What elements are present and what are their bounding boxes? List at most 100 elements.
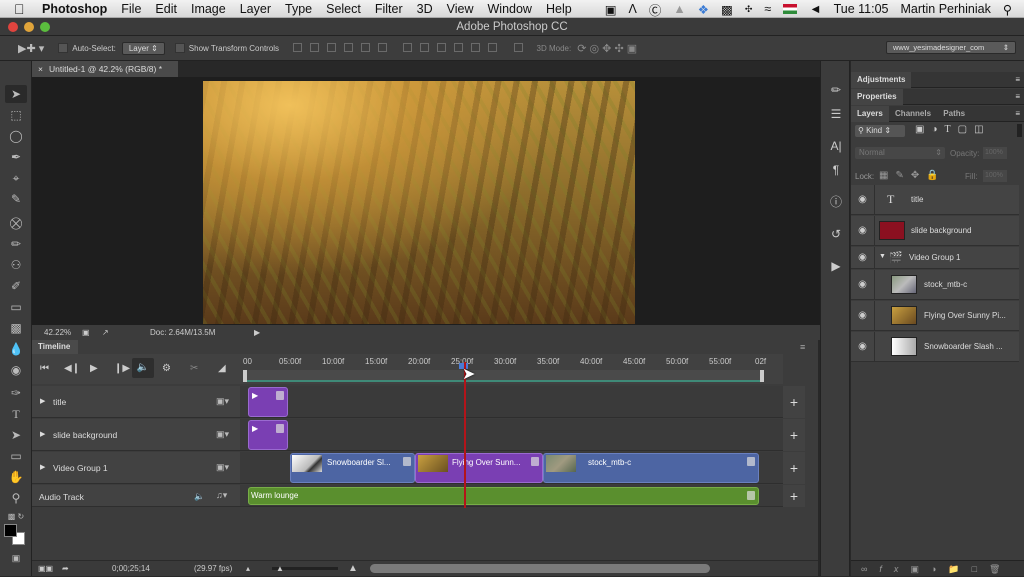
add-media-title-button[interactable]: +: [783, 386, 805, 418]
timeline-panel-menu-icon[interactable]: ≡: [800, 342, 805, 352]
track-header-video-group[interactable]: ▶ Video Group 1 ▣▾: [32, 452, 240, 484]
brush-presets-icon[interactable]: ✏: [827, 81, 845, 99]
add-media-video-group-button[interactable]: +: [783, 452, 805, 484]
3d-pan-icon[interactable]: ✥: [602, 43, 611, 55]
visibility-eye-icon[interactable]: ◉: [851, 301, 875, 330]
layer-row-snowboarder[interactable]: ◉ Snowboarder Slash ...: [851, 332, 1019, 362]
auto-select-checkbox[interactable]: [58, 43, 72, 53]
flag-hungary-icon[interactable]: [783, 4, 798, 14]
path-selection-tool-icon[interactable]: ➤: [5, 426, 27, 444]
menu-window[interactable]: Window: [488, 2, 532, 16]
distribute-right-icon[interactable]: [488, 42, 498, 52]
track-lane-slide-background[interactable]: ▶: [240, 419, 783, 451]
visibility-eye-icon[interactable]: ◉: [851, 332, 875, 361]
transition-icon[interactable]: ◢: [218, 363, 226, 374]
pen-tool-icon[interactable]: ✑: [5, 384, 27, 402]
clip-menu-icon[interactable]: [747, 457, 755, 466]
brush-tool-icon[interactable]: ✏: [5, 235, 27, 253]
tab-paths[interactable]: Paths: [943, 109, 965, 118]
layer-row-video-group[interactable]: ◉ ▼ 🎬 Video Group 1: [851, 247, 1019, 269]
visibility-eye-icon[interactable]: ◉: [851, 216, 875, 245]
group-collapse-icon[interactable]: ▼: [879, 253, 886, 260]
previous-frame-icon[interactable]: ◀❙: [64, 363, 80, 374]
blur-tool-icon[interactable]: 💧: [5, 340, 27, 358]
video-preview-icon[interactable]: ▣: [82, 325, 90, 340]
clip-snowboarder[interactable]: Snowboarder Sl...: [290, 453, 415, 483]
zoom-tool-icon[interactable]: ⚲: [5, 489, 27, 507]
rectangle-tool-icon[interactable]: ▭: [5, 447, 27, 465]
play-icon[interactable]: ▶: [90, 363, 98, 374]
add-audio-button[interactable]: +: [783, 485, 805, 507]
info-panel-icon[interactable]: ⓘ: [827, 193, 845, 211]
close-document-icon[interactable]: ×: [38, 64, 43, 74]
align-left-icon[interactable]: [344, 42, 354, 52]
align-right-icon[interactable]: [378, 42, 388, 52]
current-time[interactable]: 0;00;25;14: [112, 561, 150, 577]
status-menu-arrow-icon[interactable]: ▶: [254, 325, 260, 340]
menu-select[interactable]: Select: [326, 2, 361, 16]
distribute-top-icon[interactable]: [403, 42, 413, 52]
minimize-window-button[interactable]: [24, 22, 34, 32]
clip-audio-warm-lounge[interactable]: Warm lounge: [248, 487, 759, 505]
link-layers-icon[interactable]: ∞: [861, 564, 879, 574]
expand-track-icon[interactable]: ▶: [40, 430, 45, 438]
history-panel-icon[interactable]: ↺: [827, 225, 845, 243]
new-group-folder-icon[interactable]: 📁: [948, 564, 971, 574]
menu-file[interactable]: File: [121, 2, 141, 16]
menu-edit[interactable]: Edit: [155, 2, 177, 16]
blend-mode-dropdown[interactable]: Normal ⇕: [855, 147, 945, 159]
tab-layers[interactable]: Layers: [851, 106, 889, 122]
marquee-tool-icon[interactable]: ⬚: [5, 106, 27, 124]
new-adjustment-layer-icon[interactable]: ◑: [931, 564, 948, 574]
next-frame-icon[interactable]: ❙▶: [114, 363, 130, 374]
layer-row-stock-mtb[interactable]: ◉ stock_mtb-c: [851, 270, 1019, 300]
menu-user[interactable]: Martin Perhiniak: [901, 2, 991, 16]
move-tool-preset-icon[interactable]: ▶✚ ▾: [18, 42, 44, 55]
work-area-end-handle[interactable]: [760, 370, 764, 382]
clip-menu-icon[interactable]: [276, 391, 284, 400]
lock-image-icon[interactable]: ✎: [895, 170, 910, 181]
3d-rotate-icon[interactable]: ⟳: [577, 43, 586, 55]
lock-position-icon[interactable]: ✥: [911, 170, 926, 181]
properties-panel-header[interactable]: Properties ≡: [851, 89, 1024, 105]
convert-to-frame-animation-icon[interactable]: ▣▣: [38, 561, 53, 577]
work-area-start-handle[interactable]: [243, 370, 247, 382]
filter-shape-icon[interactable]: ▢: [958, 124, 974, 135]
distribute-left-icon[interactable]: [454, 42, 464, 52]
panel-menu-icon[interactable]: ≡: [1015, 89, 1020, 105]
document-tab[interactable]: × Untitled-1 @ 42.2% (RGB/8) *: [32, 61, 178, 77]
layer-row-flying-over[interactable]: ◉ Flying Over Sunny Pi...: [851, 301, 1019, 331]
auto-align-icon[interactable]: [513, 42, 523, 52]
menu-layer[interactable]: Layer: [240, 2, 271, 16]
distribute-hcenter-icon[interactable]: [471, 42, 481, 52]
visibility-eye-icon[interactable]: ◉: [851, 270, 875, 299]
track-header-title[interactable]: ▶ title ▣▾: [32, 386, 240, 418]
menu-clock[interactable]: Tue 11:05: [834, 2, 889, 16]
track-lane-audio[interactable]: Warm lounge: [240, 485, 783, 507]
dropbox-icon[interactable]: ❖: [698, 2, 709, 17]
clip-menu-icon[interactable]: [276, 424, 284, 433]
history-brush-tool-icon[interactable]: ✐: [5, 277, 27, 295]
expand-track-icon[interactable]: ▶: [40, 397, 45, 405]
type-tool-icon[interactable]: T: [5, 405, 27, 423]
delete-layer-trash-icon[interactable]: 🗑: [989, 564, 1012, 574]
menu-app-name[interactable]: Photoshop: [42, 2, 107, 16]
zoom-out-timeline-icon[interactable]: ▴: [246, 561, 250, 577]
tab-channels[interactable]: Channels: [895, 109, 931, 118]
clip-menu-icon[interactable]: [403, 457, 411, 466]
3d-scale-icon[interactable]: ▣: [627, 43, 637, 55]
distribute-vcenter-icon[interactable]: [420, 42, 430, 52]
menu-filter[interactable]: Filter: [375, 2, 403, 16]
spotlight-search-icon[interactable]: ⚲: [1003, 2, 1012, 17]
timeline-ruler[interactable]: 00 05:00f 10:00f 15:00f 20:00f 25:00f 30…: [240, 354, 783, 384]
filter-type-icon[interactable]: T: [945, 124, 958, 135]
3d-roll-icon[interactable]: ◎: [590, 43, 600, 55]
film-strip-menu-icon[interactable]: ▣▾: [216, 429, 229, 440]
panel-menu-icon[interactable]: ≡: [1015, 72, 1020, 88]
split-at-playhead-scissors-icon[interactable]: ✂: [190, 363, 198, 374]
filter-smart-object-icon[interactable]: ◫: [974, 124, 990, 135]
zoom-in-timeline-icon[interactable]: ▲: [348, 561, 358, 577]
layer-row-slide-background[interactable]: ◉ slide background: [851, 216, 1019, 246]
auto-select-dropdown[interactable]: Layer ⇕: [121, 41, 165, 55]
clip-expand-icon[interactable]: ▶: [252, 424, 258, 433]
